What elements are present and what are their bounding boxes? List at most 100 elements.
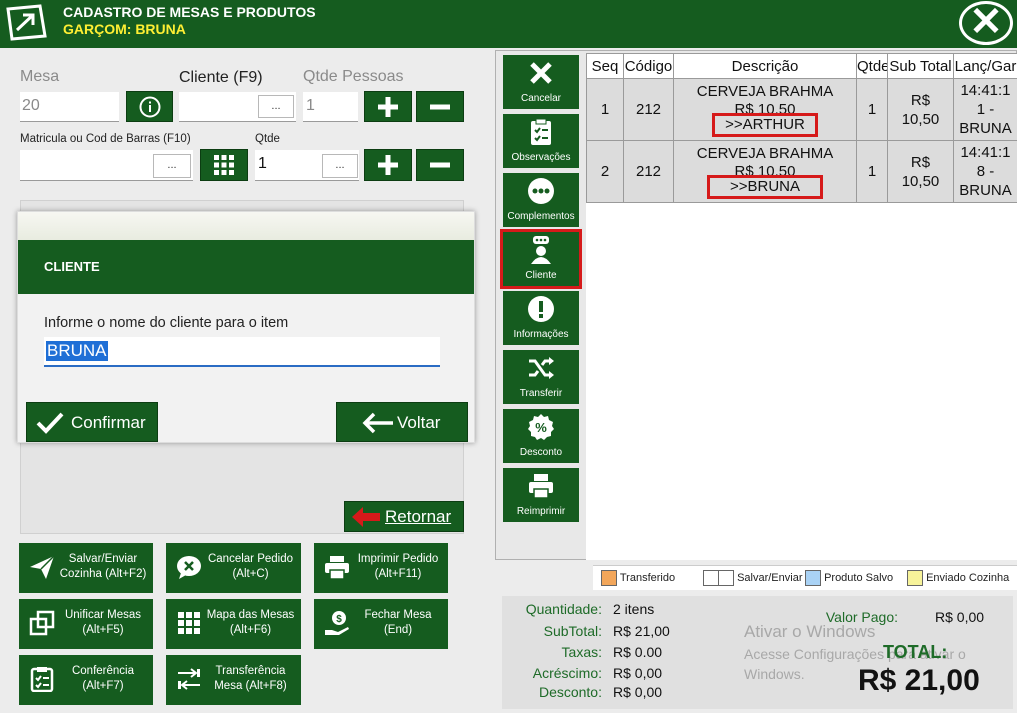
side-informacoes-label: Informações [513,329,569,340]
items-table: Seq Código Descrição Qtde Sub Total Lanç… [586,53,1017,203]
confirm-label: Confirmar [71,413,146,432]
pessoas-minus-button[interactable] [416,91,464,122]
clipboard-check-icon [30,667,54,692]
mapa-mesas-button[interactable]: Mapa das Mesas (Alt+F6) [166,599,301,649]
table-row[interactable]: 2 212 CERVEJA BRAHMA R$ 10,50 >>BRUNA 1 … [586,140,1017,203]
cancelar-pedido-label: Cancelar Pedido (Alt+C) [207,553,294,580]
side-transferir-button[interactable]: Transferir [503,350,579,404]
cliente-search-button[interactable]: ... [258,95,294,118]
legend-produto-salvo-label: Produto Salvo [824,571,894,584]
qtde-pessoas-field[interactable]: 1 [303,92,358,122]
more-dots-icon [528,178,554,204]
windows-watermark-line3: Windows. [744,666,805,682]
legend-transferido-label: Transferido [619,571,676,584]
arrow-back-icon [352,507,380,527]
info-icon [139,96,160,117]
row-desc-name: CERVEJA BRAHMA [696,145,834,162]
row-subtotal-currency: R$ [910,91,931,109]
matricula-search-button[interactable]: ... [153,154,191,178]
row-qtde: 1 [856,140,888,203]
mapa-mesas-label: Mapa das Mesas (Alt+F6) [206,609,295,636]
cancel-chat-icon [177,556,201,579]
mesa-field[interactable]: 20 [20,92,119,122]
items-table-area: Seq Código Descrição Qtde Sub Total Lanç… [586,53,1017,560]
confirm-button[interactable]: Confirmar [26,402,158,442]
side-desconto-button[interactable]: % Desconto [503,409,579,463]
merge-squares-icon [29,610,55,636]
header-codigo[interactable]: Código [623,53,674,79]
grid-map-icon [178,612,200,634]
side-informacoes-button[interactable]: Informações [503,291,579,345]
row-lanc: 14:41:1 8 - BRUNA [953,140,1017,203]
acrescimo-label: Acréscimo: [532,665,602,681]
send-icon [30,555,55,579]
row-lanc-sec: 8 - [976,163,995,180]
qtde-plus-button[interactable] [364,149,412,181]
qtde-pessoas-label: Qtde Pessoas [303,68,404,85]
pessoas-plus-button[interactable] [364,91,412,122]
row-codigo: 212 [623,140,674,203]
cliente-name-input[interactable]: BRUNA [44,337,440,367]
shuffle-icon [529,357,554,379]
side-complementos-button[interactable]: Complementos [503,173,579,227]
side-observacoes-button[interactable]: Observações [503,114,579,168]
side-desconto-label: Desconto [519,447,563,458]
row-lanc-waiter: BRUNA [959,120,1012,137]
mesa-info-button[interactable] [126,91,173,122]
close-button[interactable]: ✕ [959,1,1013,45]
header-lanc-gar[interactable]: Lanç/Gar [953,53,1017,79]
legend-salvar-enviar: Salvar/Enviar [703,570,802,586]
row-seq: 1 [586,78,624,141]
transferencia-mesa-button[interactable]: Transferência Mesa (Alt+F8) [166,655,301,705]
cliente-name-value: BRUNA [46,341,108,361]
desconto-label: Desconto: [538,684,602,700]
row-subtotal-value: 10,50 [901,172,940,190]
salvar-enviar-button[interactable]: Salvar/Enviar Cozinha (Alt+F2) [19,543,153,593]
conferencia-button[interactable]: Conferência (Alt+F7) [19,655,153,705]
mesa-label: Mesa [20,68,60,85]
legend-swatch-transferido [601,570,617,586]
header-subtotal[interactable]: Sub Total [887,53,954,79]
back-button[interactable]: Voltar [336,402,468,442]
total-value: R$ 21,00 [858,664,980,697]
cancelar-pedido-button[interactable]: Cancelar Pedido (Alt+C) [166,543,301,593]
imprimir-pedido-button[interactable]: Imprimir Pedido (Alt+F11) [314,543,448,593]
side-reimprimir-button[interactable]: Reimprimir [503,468,579,522]
taxas-label: Taxas: [561,644,602,660]
side-cancelar-label: Cancelar [520,93,562,104]
windows-watermark-title: Ativar o Windows [744,622,876,641]
fechar-mesa-button[interactable]: $ Fechar Mesa (End) [314,599,448,649]
side-observacoes-label: Observações [511,152,571,163]
discount-badge-icon: % [528,414,554,440]
side-cancelar-button[interactable]: Cancelar [503,55,579,109]
keypad-button[interactable] [200,149,248,181]
subtotal-label: SubTotal: [543,623,602,639]
unificar-mesas-button[interactable]: Unificar Mesas (Alt+F5) [19,599,153,649]
row-codigo: 212 [623,78,674,141]
side-reimprimir-label: Reimprimir [516,506,566,517]
header-qtde[interactable]: Qtde [856,53,888,79]
x-icon [530,62,552,84]
table-header-row: Seq Código Descrição Qtde Sub Total Lanç… [586,53,1017,79]
matricula-label: Matricula ou Cod de Barras (F10) [20,133,191,145]
pay-hand-icon: $ [325,611,349,635]
legend-swatch-salvar [703,570,719,586]
qtde-search-button[interactable]: ... [322,154,358,178]
fechar-mesa-label: Fechar Mesa (End) [364,609,432,636]
row-lanc-waiter: BRUNA [959,182,1012,199]
cliente-label: Cliente (F9) [179,69,263,86]
qtde-minus-button[interactable] [416,149,464,181]
header-seq[interactable]: Seq [586,53,624,79]
taxas-value: R$ 0.00 [613,644,663,660]
cliente-dialog: CLIENTE Informe o nome do cliente para o… [17,211,475,443]
row-client-tag: >>ARTHUR [712,113,818,137]
legend-enviado-cozinha: Enviado Cozinha [907,570,1009,586]
arrow-left-icon [362,412,393,434]
row-qtde: 1 [856,78,888,141]
row-descricao: CERVEJA BRAHMA R$ 10,50 >>ARTHUR [673,78,857,141]
quantidade-label: Quantidade: [525,601,602,617]
header-descricao[interactable]: Descrição [673,53,857,79]
acrescimo-value: R$ 0,00 [613,665,663,681]
retornar-button[interactable]: Retornar [344,501,464,532]
table-row[interactable]: 1 212 CERVEJA BRAHMA R$ 10,50 >>ARTHUR 1… [586,78,1017,141]
